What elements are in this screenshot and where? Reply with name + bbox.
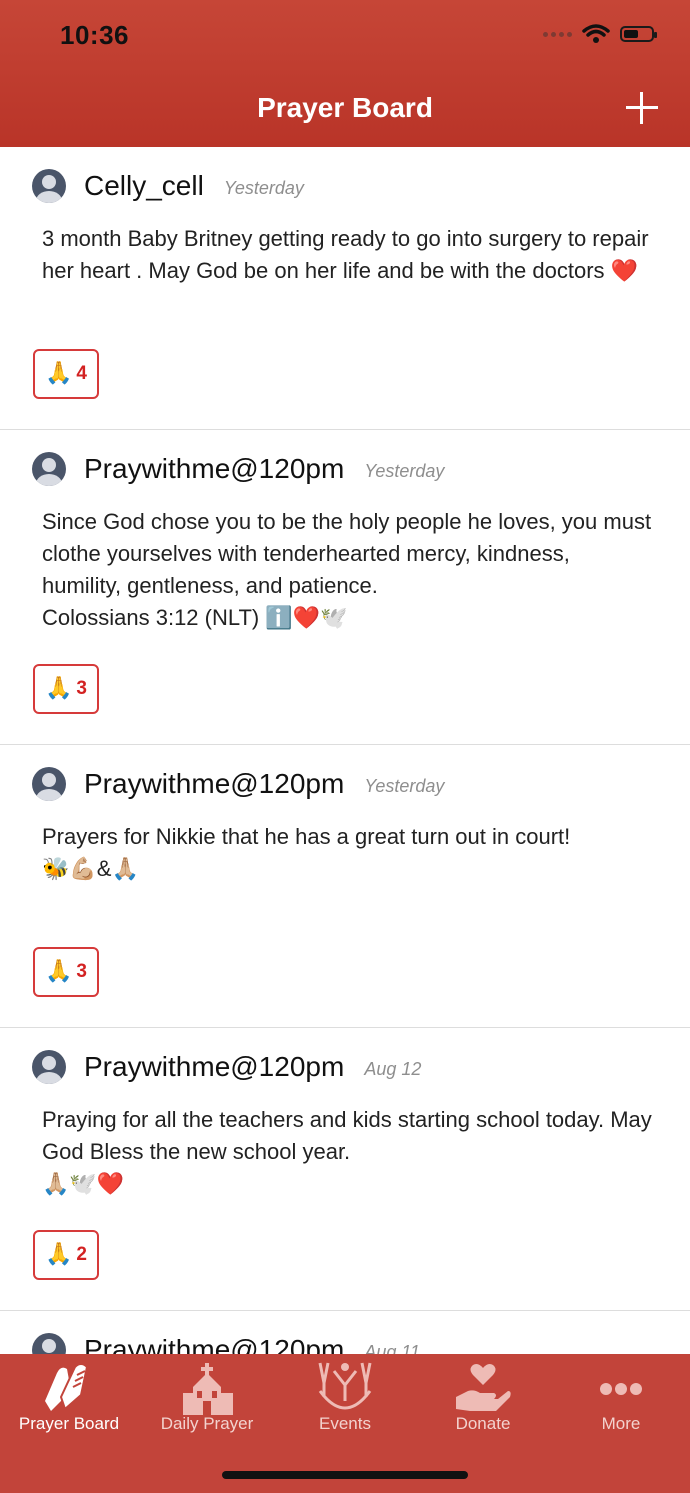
prayer-feed[interactable]: Celly_cell Yesterday 3 month Baby Britne… [0, 147, 690, 1354]
prayer-post[interactable]: Praywithme@120pm Yesterday Prayers for N… [0, 745, 690, 1028]
page-title: Prayer Board [257, 92, 433, 123]
tab-events[interactable]: Events [276, 1354, 414, 1444]
tab-label: Events [319, 1414, 371, 1433]
post-username[interactable]: Praywithme@120pm [84, 1334, 344, 1354]
pray-button[interactable]: 🙏 3 [33, 664, 99, 714]
tab-prayer-board[interactable]: Prayer Board [0, 1354, 138, 1444]
pray-button[interactable]: 🙏 4 [33, 349, 99, 399]
tab-more[interactable]: More [552, 1354, 690, 1444]
post-text: 3 month Baby Britney getting ready to go… [42, 226, 649, 283]
donate-hand-heart-icon [414, 1360, 552, 1418]
prayer-post[interactable]: Celly_cell Yesterday 3 month Baby Britne… [0, 147, 690, 430]
tab-label: Daily Prayer [160, 1414, 254, 1433]
cellular-signal-icon [543, 31, 572, 37]
post-username[interactable]: Praywithme@120pm [84, 1051, 344, 1083]
tab-daily-prayer[interactable]: Daily Prayer [138, 1354, 276, 1444]
praying-hands-icon: 🙏 [45, 676, 73, 701]
church-icon [138, 1360, 276, 1418]
post-text: Prayers for Nikkie that he has a great t… [42, 824, 571, 881]
pray-count: 3 [76, 678, 87, 699]
praying-hands-icon: 🙏 [45, 361, 73, 386]
tab-label: Prayer Board [18, 1414, 120, 1433]
post-text: Praying for all the teachers and kids st… [42, 1107, 652, 1196]
post-date: Aug 12 [364, 1058, 422, 1079]
post-date: Yesterday [364, 775, 445, 796]
praying-hands-icon: 🙏 [45, 1242, 73, 1267]
post-header: Praywithme@120pm Yesterday [32, 767, 444, 801]
post-header: Celly_cell Yesterday [32, 169, 304, 203]
avatar[interactable] [32, 767, 66, 801]
post-date: Yesterday [364, 460, 445, 481]
add-prayer-icon[interactable] [626, 92, 658, 124]
avatar[interactable] [32, 1333, 66, 1354]
post-date: Yesterday [223, 177, 304, 198]
home-indicator[interactable] [222, 1471, 468, 1479]
pray-button[interactable]: 🙏 3 [33, 947, 99, 997]
post-text: Since God chose you to be the holy peopl… [42, 509, 652, 630]
pray-button[interactable]: 🙏 2 [33, 1230, 99, 1280]
post-username[interactable]: Praywithme@120pm [84, 453, 344, 485]
post-header: Praywithme@120pm Aug 11 [32, 1333, 420, 1354]
more-dots-icon [552, 1360, 690, 1418]
post-username[interactable]: Celly_cell [84, 170, 204, 202]
avatar[interactable] [32, 169, 66, 203]
prayer-post[interactable]: Praywithme@120pm Aug 12 Praying for all … [0, 1028, 690, 1311]
avatar[interactable] [32, 1050, 66, 1084]
wifi-icon [582, 24, 610, 43]
people-group-icon [276, 1360, 414, 1418]
prayer-post[interactable]: Praywithme@120pm Aug 11 [0, 1311, 690, 1354]
status-icons [543, 24, 657, 44]
tab-label: Donate [455, 1414, 511, 1433]
post-header: Praywithme@120pm Yesterday [32, 452, 444, 486]
post-username[interactable]: Praywithme@120pm [84, 768, 344, 800]
tab-label: More [601, 1414, 641, 1433]
status-time: 10:36 [60, 20, 129, 50]
praying-hands-icon [0, 1360, 138, 1418]
navigation-header: 10:36 Prayer Board [0, 0, 690, 147]
battery-icon [620, 26, 657, 42]
post-date: Aug 11 [364, 1341, 421, 1355]
avatar[interactable] [32, 452, 66, 486]
praying-hands-icon: 🙏 [45, 959, 73, 984]
tab-donate[interactable]: Donate [414, 1354, 552, 1444]
pray-count: 3 [76, 961, 87, 982]
post-header: Praywithme@120pm Aug 12 [32, 1050, 421, 1084]
prayer-post[interactable]: Praywithme@120pm Yesterday Since God cho… [0, 430, 690, 745]
pray-count: 2 [76, 1244, 87, 1265]
pray-count: 4 [76, 363, 87, 384]
